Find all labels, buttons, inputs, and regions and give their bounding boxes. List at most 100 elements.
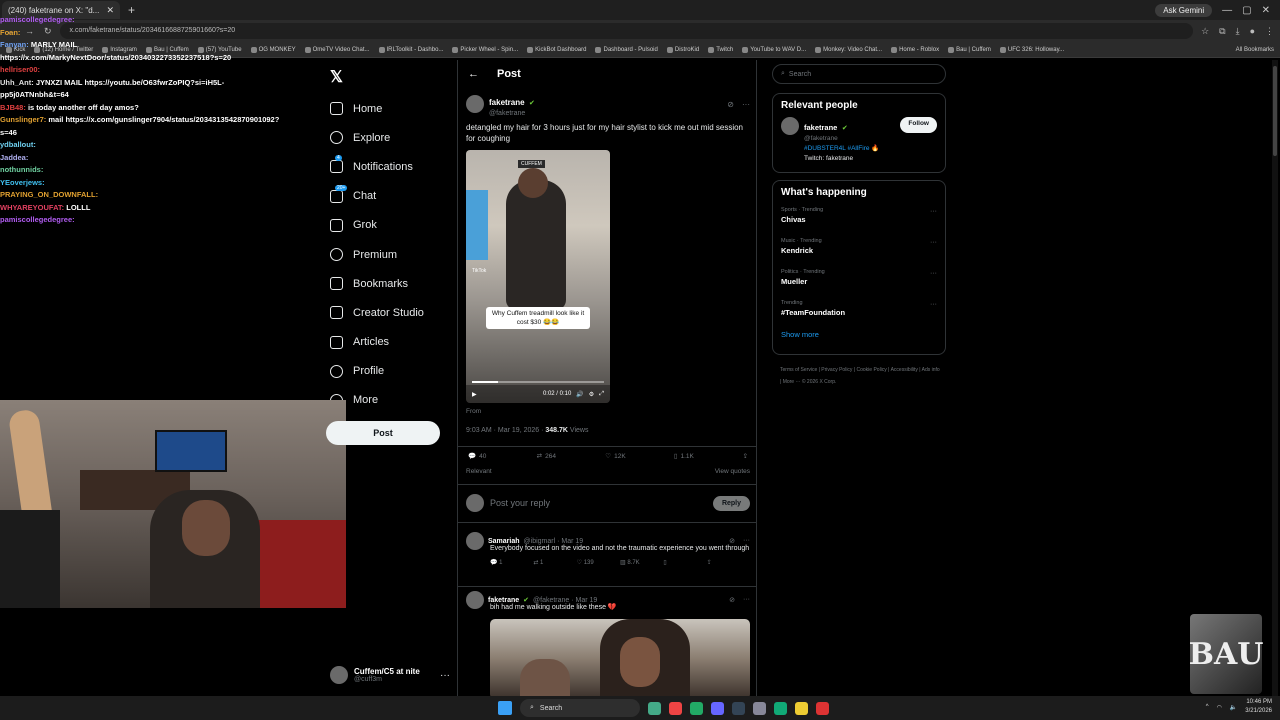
tweet-video[interactable]: CUFFEM TikTok Why Cuffem treadmill look … [466,150,610,403]
share-action[interactable]: ⇪ [743,452,748,460]
account-switcher[interactable]: Cuffem/C5 at nite @cuff3m ··· [330,662,450,688]
view-quotes-link[interactable]: View quotes [715,468,750,475]
bookmark-item[interactable]: DistroKid [666,46,699,53]
reply-image[interactable] [490,619,750,696]
follow-button[interactable]: Follow [900,117,937,133]
bookmark-item[interactable]: KickBot Dashboard [527,46,586,53]
bio-hashtags[interactable]: #DUBSTER4L #AllFire [804,145,870,152]
app-icon[interactable] [774,701,787,715]
author-handle[interactable]: @faketrane [489,110,535,117]
download-icon[interactable]: ⤓ [1236,26,1240,37]
author-name[interactable]: faketrane [489,98,525,107]
more-icon[interactable]: ··· [440,670,450,681]
app-icon[interactable] [648,701,661,715]
relevant-dropdown[interactable]: Relevant [466,468,492,475]
chrome-icon[interactable] [669,701,682,715]
share-icon[interactable]: ⇪ [707,559,750,566]
avatar[interactable] [466,532,484,550]
play-icon[interactable]: ▶ [472,391,477,398]
minimize-icon[interactable]: — [1222,5,1232,16]
bookmark-star-icon[interactable]: ☆ [1201,26,1209,37]
volume-icon[interactable]: 🔊 [576,391,583,398]
ask-gemini-button[interactable]: Ask Gemini [1155,3,1213,17]
bookmark-icon[interactable]: ▯ [663,559,706,566]
all-bookmarks-button[interactable]: All Bookmarks [1236,47,1274,53]
bookmark-item[interactable]: Home - Roblox [891,46,939,53]
nav-grok[interactable]: Grok [330,211,424,240]
bookmark-item[interactable]: YouTube to WAV D... [742,46,806,53]
grok-icon[interactable]: ⊘ [727,100,734,109]
footer-links[interactable]: Terms of Service | Privacy Policy | Cook… [780,364,940,388]
bookmark-item[interactable]: Dashboard - Pulsoid [595,46,658,53]
nav-creator-studio[interactable]: Creator Studio [330,298,424,327]
trend-item[interactable]: Music · Trending Kendrick ··· [773,235,945,266]
like-count[interactable]: ♡ 139 [577,559,620,566]
nav-premium[interactable]: Premium [330,240,424,269]
profile-icon[interactable]: ● [1250,26,1255,37]
app-icon[interactable] [690,701,703,715]
chevron-up-icon[interactable]: ^ [1206,704,1209,710]
reply-input[interactable]: Post your reply [490,498,550,508]
post-button[interactable]: Post [326,421,440,445]
video-progress-bar[interactable] [472,381,604,383]
more-icon[interactable]: ··· [743,596,750,604]
bookmark-item[interactable]: UFC 326: Holloway... [999,46,1064,53]
avatar[interactable] [466,591,484,609]
bookmark-item[interactable]: Picker Wheel - Spin... [452,46,518,53]
reply-button[interactable]: Reply [712,495,750,511]
more-icon[interactable]: ··· [930,239,937,246]
steam-icon[interactable] [732,701,745,715]
trend-item[interactable]: Politics · Trending Mueller ··· [773,266,945,297]
taskbar-search[interactable]: ⌕ Search [520,699,640,717]
bookmark-item[interactable]: IRLToolkit - Dashbo... [378,46,443,53]
like-action[interactable]: ♡ 12K [605,452,674,461]
reply-count[interactable]: 💬 1 [490,559,533,566]
avatar[interactable] [466,95,484,113]
nav-chat[interactable]: 20+ Chat [330,182,424,211]
windows-start-icon[interactable] [498,701,512,715]
view-count[interactable]: ▥ 8.7K [620,559,663,566]
person-name[interactable]: faketrane [804,123,837,132]
more-icon[interactable]: ··· [930,270,937,277]
more-icon[interactable]: ··· [742,100,750,109]
search-input[interactable]: ⌕ Search [772,64,946,84]
repost-action[interactable]: ⇄ 264 [537,452,606,461]
nav-articles[interactable]: Articles [330,328,424,357]
grok-icon[interactable]: ⊘ [729,596,735,604]
extensions-icon[interactable]: ⧉ [1219,26,1225,37]
avatar[interactable] [781,117,799,135]
reply-item[interactable]: Samariah @ibigmarl · Mar 19 ⊘ ··· Everybo… [466,532,750,566]
close-window-icon[interactable]: ✕ [1262,5,1270,16]
scrollbar[interactable] [1272,60,1278,696]
bookmark-item[interactable]: Twitch [708,46,733,53]
tweet-time[interactable]: 9:03 AM · Mar 19, 2026 · [466,427,543,434]
more-icon[interactable]: ··· [930,208,937,215]
nav-home[interactable]: Home [330,94,424,123]
more-icon[interactable]: ··· [930,301,937,308]
volume-icon[interactable]: 🔈 [1230,704,1237,711]
menu-icon[interactable]: ⋮ [1265,26,1274,37]
trend-item[interactable]: Trending #TeamFoundation ··· [773,297,945,328]
repost-count[interactable]: ⇄ 1 [533,559,576,566]
file-explorer-icon[interactable] [795,701,808,715]
trend-item[interactable]: Sports · Trending Chivas ··· [773,204,945,235]
nav-bookmarks[interactable]: Bookmarks [330,269,424,298]
fullscreen-icon[interactable]: ⤢ [599,391,604,398]
show-more-link[interactable]: Show more [773,328,945,345]
wifi-icon[interactable]: ◠ [1217,704,1222,711]
nav-explore[interactable]: Explore [330,123,424,152]
back-arrow-icon[interactable]: ← [468,68,479,80]
chrome-icon[interactable] [816,701,829,715]
x-logo-icon[interactable]: 𝕏 [330,67,343,87]
reply-item[interactable]: faketrane ✔ @faketrane · Mar 19 ⊘ ··· bih… [466,591,750,613]
nav-profile[interactable]: Profile [330,357,424,386]
maximize-icon[interactable]: ▢ [1242,5,1251,16]
settings-icon[interactable]: ⚙ [589,391,594,398]
nav-notifications[interactable]: 4 Notifications [330,152,424,181]
discord-icon[interactable] [711,701,724,715]
bookmark-item[interactable]: Monkey: Video Chat... [815,46,882,53]
bookmark-item[interactable]: Bau | Cuffem [948,46,991,53]
obs-icon[interactable] [753,701,766,715]
bookmark-action[interactable]: ▯ 1.1K [674,452,743,461]
reply-action[interactable]: 💬 40 [468,452,537,461]
